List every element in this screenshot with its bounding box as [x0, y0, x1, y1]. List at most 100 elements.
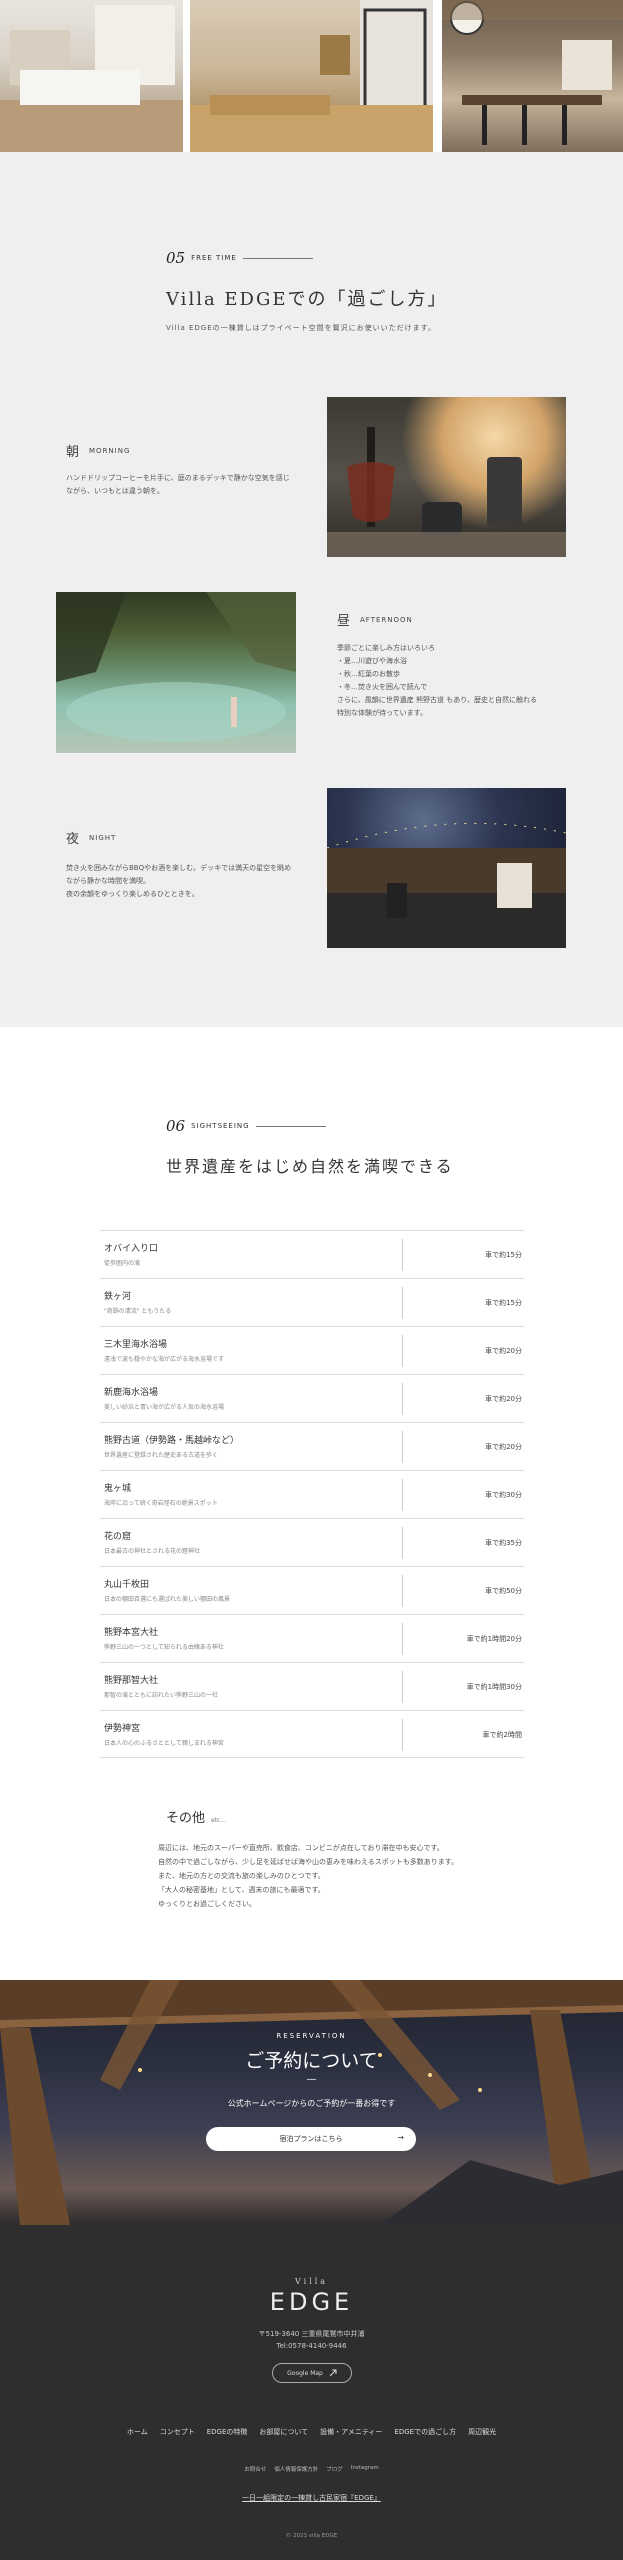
night-heading: 夜 NIGHT [66, 828, 116, 847]
footer-sub-link[interactable]: お問合せ [244, 2465, 266, 2473]
table-row: 熊野本宮大社 熊野三山の一つとして知られる由緒ある神社 車で約1時間20分 [100, 1614, 524, 1662]
table-row: 熊野古道（伊勢路・馬越峠など） 世界遺産に登録された歴史ある古道を歩く 車で約2… [100, 1422, 524, 1470]
row-divider [402, 1719, 403, 1751]
footer-nav: ホーム コンセプト EDGEの特徴 お部屋について 設備・アメニティー EDGE… [0, 2427, 623, 2437]
copyright: © 2023 villa EDGE [285, 2533, 338, 2539]
spot-time: 車で約20分 [485, 1443, 522, 1451]
footer-logo-small: Villa [294, 2277, 329, 2286]
postal-code: 〒519-3640 [258, 2330, 300, 2338]
footer: Villa EDGE 〒519-3640 三重県尾鷲市中井浦 Tel:0578-… [0, 2225, 623, 2560]
footer-nav-item[interactable]: EDGEの特徴 [207, 2427, 248, 2437]
afternoon-line: ・夏…川遊びや海水浴 [337, 657, 407, 665]
spot-time: 車で約20分 [485, 1347, 522, 1355]
footer-sub-links: お問合せ 個人情報保護方針 ブログ Instagram [0, 2465, 623, 2473]
table-row: 丸山千枚田 日本の棚田百選にも選ばれた美しい棚田の風景 車で約50分 [100, 1566, 524, 1614]
row-divider [402, 1575, 403, 1607]
row-divider [402, 1239, 403, 1271]
spot-name: 伊勢神宮 [104, 1724, 141, 1734]
tatami-room-photo [190, 0, 433, 152]
booking-plan-button[interactable]: 宿泊プランはこちら → [206, 2127, 416, 2151]
morning-body: ハンドドリップコーヒーを片手に、庭のまるデッキで静かな空気を感じながら、いつもと… [66, 474, 290, 495]
spot-time: 車で約2時間 [482, 1731, 522, 1739]
footer-address: 〒519-3640 三重県尾鷲市中井浦 [0, 2329, 623, 2339]
section-label-en: SIGHTSEEING [191, 1122, 250, 1130]
other-line: 自然の中で過ごしながら、少し足を延ばせば海や山の恵みを味わえるスポットも多数あり… [158, 1858, 459, 1866]
morning-coffee-photo [327, 397, 566, 557]
spot-desc: 海岸に沿って続く奇岩怪石の絶景スポット [104, 1500, 218, 1507]
spot-desc: 美しい砂浜と青い海が広がる人気の海水浴場 [104, 1404, 225, 1411]
reservation-subtitle: 公式ホームページからのご予約が一番お得です [227, 2099, 396, 2108]
night-bbq-photo [327, 788, 566, 948]
section-number: 05 [166, 249, 186, 267]
footer-nav-item[interactable]: お部屋について [259, 2427, 308, 2437]
afternoon-line: さらに、風韻に世界遺産 熊野古道 もあり、歴史と自然に触れる [337, 696, 537, 704]
reservation-banner: RESERVATION ご予約について — 公式ホームページからのご予約が一番お… [0, 1980, 623, 2225]
spot-desc: 熊野三山の一つとして知られる由緒ある神社 [104, 1644, 224, 1651]
other-body: 周辺には、地元のスーパーや直売所、飲食店、コンビニが点在しており滞在中も安心です… [158, 1841, 508, 1911]
footer-tel[interactable]: Tel:0578-4140-9446 [0, 2342, 623, 2350]
row-divider [402, 1671, 403, 1703]
section-number: 06 [166, 1117, 186, 1135]
footer-sub-link[interactable]: 個人情報保護方針 [274, 2465, 318, 2473]
reservation-title: ご予約について [245, 2050, 378, 2072]
afternoon-line: 特別な体験が待っています。 [337, 709, 427, 717]
other-en: etc... [211, 1817, 227, 1824]
google-map-button[interactable]: Google Map [272, 2363, 352, 2383]
afternoon-line: ・秋…紅葉のお散歩 [337, 670, 400, 678]
footer-sub-link[interactable]: ブログ [326, 2465, 343, 2473]
morning-kanji: 朝 [66, 445, 80, 460]
sightseeing-section: 06 SIGHTSEEING 世界遺産をはじめ自然を満喫できる オバイ入り口 徒… [0, 1027, 623, 1980]
reservation-dash: — [306, 2074, 317, 2085]
address-line: 三重県尾鷲市中井浦 [301, 2330, 365, 2338]
row-divider [402, 1383, 403, 1415]
section-label: 06 SIGHTSEEING [166, 1117, 326, 1135]
arrow-right-icon: → [397, 2133, 404, 2142]
section-title: 世界遺産をはじめ自然を満喫できる [166, 1157, 454, 1176]
row-divider [402, 1431, 403, 1463]
top-photo-strip [0, 0, 623, 152]
other-heading: その他 etc... [166, 1807, 226, 1826]
other-title: その他 [166, 1811, 206, 1826]
row-divider [402, 1335, 403, 1367]
morning-en: MORNING [89, 446, 131, 455]
other-line: 「大人の秘密基地」として、週末の旅にも最適です。 [158, 1886, 325, 1894]
footer-sub-link[interactable]: Instagram [351, 2465, 379, 2473]
row-divider [402, 1479, 403, 1511]
other-line: 周辺には、地元のスーパーや直売所、飲食店、コンビニが点在しており滞在中も安心です… [158, 1844, 444, 1852]
spot-time: 車で約1時間30分 [466, 1683, 522, 1691]
spot-name: 三木里海水浴場 [104, 1340, 168, 1350]
spot-time: 車で約20分 [485, 1395, 522, 1403]
night-body: 焚き火を囲みながらBBQやお酒を楽しむ。デッキでは満天の星空を眺めながら静かな時… [66, 862, 296, 901]
table-row: 新鹿海水浴場 美しい砂浜と青い海が広がる人気の海水浴場 車で約20分 [100, 1374, 524, 1422]
footer-nav-item[interactable]: コンセプト [160, 2427, 195, 2437]
spot-desc: "奇跡の清流" ともうたる [104, 1308, 172, 1315]
spot-time: 車で約50分 [485, 1587, 522, 1595]
section-label-en: FREE TIME [191, 254, 237, 262]
footer-nav-item[interactable]: 周辺観光 [468, 2427, 496, 2437]
table-row: 鉄ヶ河 "奇跡の清流" ともうたる 車で約15分 [100, 1278, 524, 1326]
footer-tagline[interactable]: 一日一組限定の一棟貸し古民家宿『EDGE』 [0, 2493, 623, 2503]
spot-name: 熊野那智大社 [104, 1676, 159, 1686]
spot-name: オバイ入り口 [104, 1244, 159, 1254]
morning-heading: 朝 MORNING [66, 441, 130, 460]
spot-time: 車で約30分 [485, 1491, 522, 1499]
other-line: また、地元の方との交流も旅の楽しみのひとつです。 [158, 1872, 325, 1880]
spot-name: 新鹿海水浴場 [104, 1388, 159, 1398]
section-divider-line [255, 1125, 326, 1127]
night-body-text: 焚き火を囲みながらBBQやお酒を楽しむ。デッキでは満天の星空を眺めながら静かな時… [66, 864, 292, 885]
table-row: 三木里海水浴場 遠浅で波も穏やかな海が広がる海水浴場です 車で約20分 [100, 1326, 524, 1374]
footer-nav-item[interactable]: ホーム [127, 2427, 148, 2437]
spot-desc: 遠浅で波も穏やかな海が広がる海水浴場です [104, 1356, 225, 1363]
afternoon-heading: 昼 AFTERNOON [337, 610, 413, 629]
row-divider [402, 1623, 403, 1655]
spot-desc: 日本の棚田百選にも選ばれた美しい棚田の風景 [104, 1596, 231, 1603]
kitchen-photo [0, 0, 183, 152]
footer-logo[interactable]: EDGE [0, 2288, 623, 2316]
spot-desc: 世界遺産に登録された歴史ある古道を歩く [104, 1452, 219, 1459]
table-row: 伊勢神宮 日本人の心のふるさととして親しまれる神宮 車で約2時間 [100, 1710, 524, 1758]
afternoon-en: AFTERNOON [360, 615, 413, 624]
footer-nav-item[interactable]: EDGEでの過ごし方 [394, 2427, 456, 2437]
footer-nav-item[interactable]: 設備・アメニティー [320, 2427, 382, 2437]
afternoon-line: 季節ごとに楽しみ方はいろいろ [337, 644, 435, 652]
table-row: 熊野那智大社 那智の滝とともに訪れたい熊野三山の一社 車で約1時間30分 [100, 1662, 524, 1710]
